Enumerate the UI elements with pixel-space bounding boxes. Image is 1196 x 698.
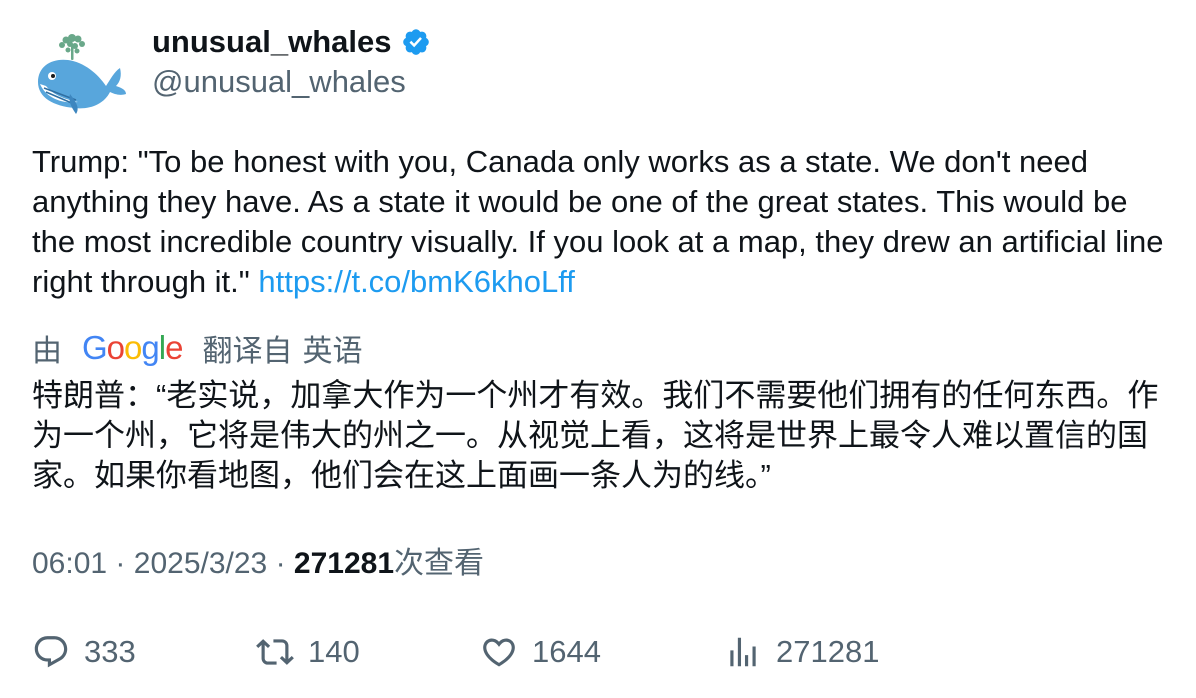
views-label: 次查看 <box>394 547 485 580</box>
meta-separator: · <box>275 547 286 580</box>
reply-icon <box>34 636 68 668</box>
author-handle[interactable]: @unusual_whales <box>152 62 406 102</box>
translation-language: 英语 <box>302 335 363 368</box>
tweet-body: Trump: "To be honest with you, Canada on… <box>32 144 1164 299</box>
author-name[interactable]: unusual_whales <box>152 22 431 62</box>
tweet-date[interactable]: 2025/3/23 <box>134 547 267 580</box>
like-button[interactable]: 1644 <box>480 630 601 674</box>
tweet-text: Trump: "To be honest with you, Canada on… <box>32 142 1172 302</box>
views-button[interactable]: 271281 <box>724 630 879 674</box>
reply-button[interactable]: 333 <box>32 630 136 674</box>
translated-text: 特朗普：“老实说，加拿大作为一个州才有效。我们不需要他们拥有的任何东西。作为一个… <box>32 378 1159 493</box>
tweet-time[interactable]: 06:01 <box>32 547 107 580</box>
reply-count: 333 <box>84 634 136 669</box>
google-logo: Google <box>82 329 183 366</box>
like-count: 1644 <box>532 634 601 669</box>
translation-by-label: 由 <box>32 335 62 368</box>
tweet-link[interactable]: https://t.co/bmK6khoLff <box>258 264 575 299</box>
whale-avatar[interactable] <box>32 24 128 120</box>
retweet-icon <box>256 639 294 665</box>
verified-badge-icon <box>403 29 430 55</box>
display-name[interactable]: unusual_whales <box>152 22 391 62</box>
action-bar: 333 140 1644 271281 <box>0 630 1196 674</box>
translation-attribution[interactable]: 由 Google 翻译自 英语 <box>32 328 362 368</box>
views-action-count: 271281 <box>776 634 880 669</box>
views-count: 271281 <box>293 547 395 580</box>
tweet-meta: 06:01 · 2025/3/23 · 271281次查看 <box>32 544 484 584</box>
tweet-card: unusual_whales @unusual_whales Trump: "T… <box>0 0 1196 698</box>
translation-from-label: 翻译自 <box>202 335 293 368</box>
heart-icon <box>483 638 515 667</box>
retweet-button[interactable]: 140 <box>256 630 360 674</box>
whale-icon <box>38 34 126 114</box>
analytics-icon <box>730 637 756 667</box>
retweet-count: 140 <box>308 634 360 669</box>
meta-separator: · <box>115 547 126 580</box>
